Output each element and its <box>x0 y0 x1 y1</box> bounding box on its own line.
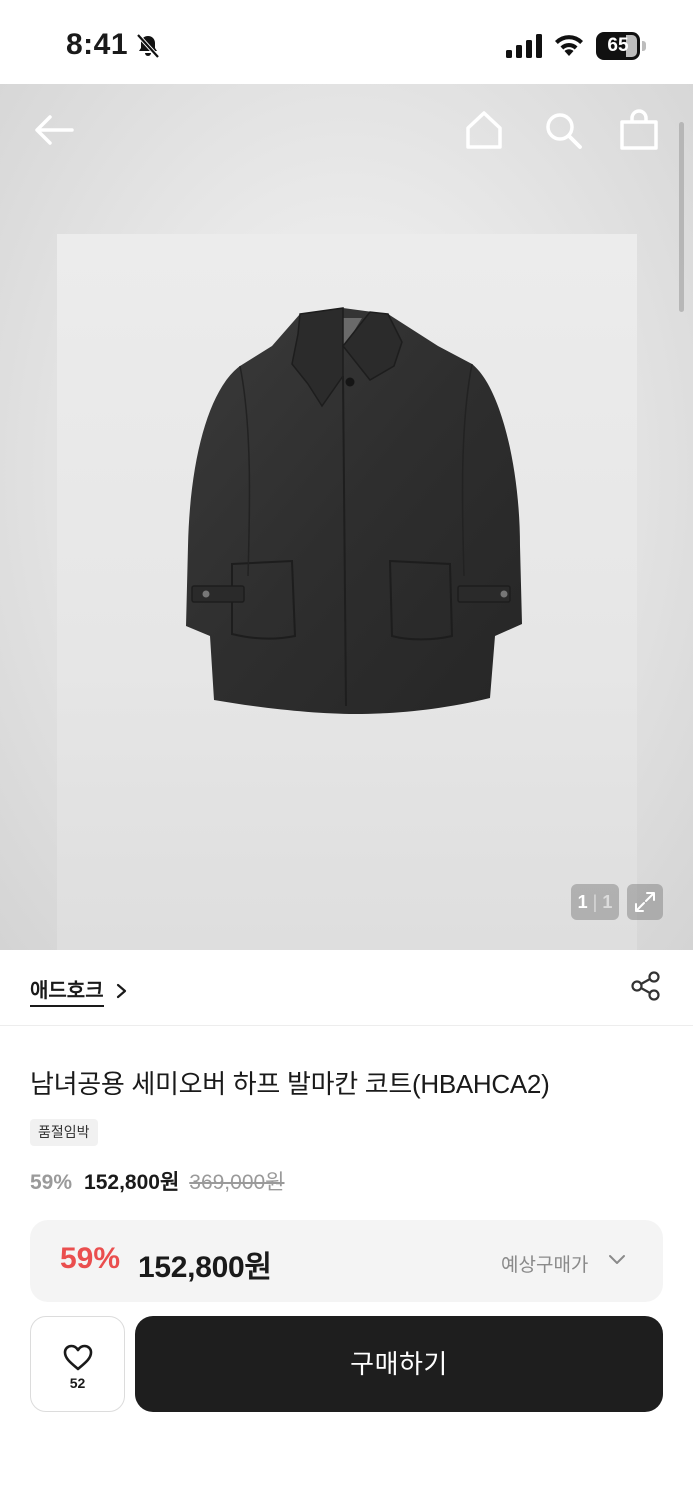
page-current: 1 <box>577 892 588 912</box>
brand-row: 애드호크 <box>0 950 693 1026</box>
product-title: 남녀공용 세미오버 하프 발마칸 코트(HBAHCA2) <box>30 1069 550 1099</box>
stock-badge: 품절임박 <box>30 1119 98 1146</box>
page-total: 1 <box>602 892 613 912</box>
image-page-indicator: 1 | 1 <box>571 884 619 920</box>
home-icon[interactable] <box>462 108 506 152</box>
page-scrollbar[interactable] <box>679 122 684 312</box>
cellular-signal-icon <box>506 34 542 58</box>
like-button[interactable]: 52 <box>30 1316 125 1412</box>
expected-price: 152,800원 <box>138 1251 272 1284</box>
buy-button[interactable]: 구매하기 <box>135 1316 663 1412</box>
shopping-bag-icon[interactable] <box>617 108 661 152</box>
share-icon[interactable] <box>630 970 662 1002</box>
chevron-down-icon <box>609 1255 625 1264</box>
expand-icon[interactable] <box>627 884 663 920</box>
expected-discount-rate: 59% <box>60 1242 121 1275</box>
original-price: 369,000원 <box>189 1171 285 1194</box>
heart-icon <box>63 1344 93 1371</box>
sale-price: 152,800원 <box>84 1171 180 1194</box>
price-line: 59% 152,800원 369,000원 <box>30 1166 285 1196</box>
wifi-icon <box>555 35 583 56</box>
discount-rate: 59% <box>30 1171 73 1194</box>
chevron-right-icon <box>116 983 126 998</box>
expected-price-label: 예상구매가 <box>501 1255 589 1276</box>
brand-name[interactable]: 애드호크 <box>30 974 104 1007</box>
like-count: 52 <box>69 1375 86 1391</box>
coat-product-image <box>186 307 522 714</box>
back-arrow-icon[interactable] <box>32 108 76 152</box>
status-bar: 8:41 65 <box>0 0 693 84</box>
status-time: 8:41 <box>66 28 129 61</box>
product-image-carousel[interactable]: 1 | 1 <box>0 84 693 950</box>
expected-price-box[interactable]: 59% 152,800원 예상구매가 <box>30 1220 663 1302</box>
brand-link[interactable]: 애드호크 <box>30 974 128 1007</box>
battery-level: 65 <box>607 35 629 56</box>
bell-slash-icon <box>136 33 160 59</box>
search-icon[interactable] <box>541 108 585 152</box>
battery-icon: 65 <box>596 32 648 60</box>
